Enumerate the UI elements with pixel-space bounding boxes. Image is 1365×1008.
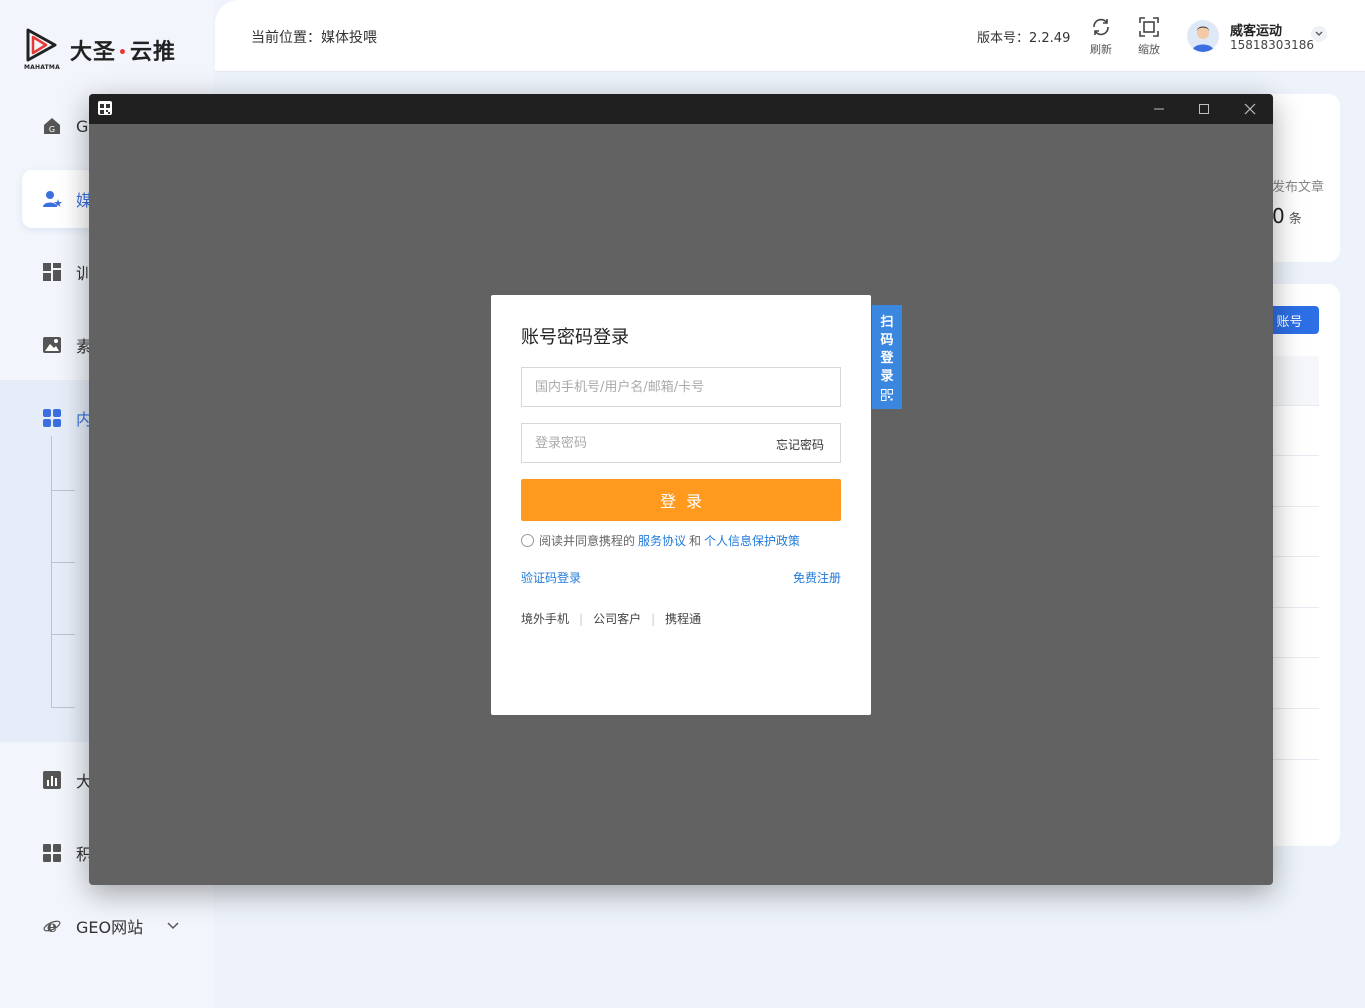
ie-icon: e [42, 916, 62, 936]
logo-brand: 大圣 [70, 40, 117, 65]
refresh-icon [1093, 18, 1109, 36]
sidebar-item-geo-site[interactable]: e GEO网站 [22, 897, 202, 955]
logo-subtitle: MAHATMA [24, 64, 60, 71]
account-input[interactable] [522, 368, 840, 406]
stat-unit: 条 [1288, 212, 1302, 227]
submenu-tree-branch [51, 490, 75, 491]
ctrip-tong-link[interactable]: 携程通 [665, 610, 701, 627]
app-window-icon [98, 101, 112, 115]
zoom-button[interactable]: 缩放 [1129, 16, 1169, 57]
chevron-down-icon [167, 919, 179, 933]
submenu-tree-branch [51, 634, 75, 635]
sidebar-item-label: G [76, 116, 89, 136]
svg-text:G: G [49, 125, 55, 134]
zoom-label: 缩放 [1138, 43, 1160, 56]
qr-login-tab[interactable]: 扫 码 登 录 [872, 305, 902, 409]
company-client-link[interactable]: 公司客户 [593, 610, 641, 627]
forgot-password-link[interactable]: 忘记密码 [776, 436, 824, 453]
maximize-icon [1199, 104, 1209, 114]
window-maximize-button[interactable] [1194, 99, 1214, 119]
table-row [1273, 455, 1319, 456]
user-star-icon [42, 189, 62, 209]
qr-code-icon [881, 389, 893, 401]
submenu-tree-branch [51, 707, 75, 708]
app-logo: MAHATMA 大圣 •云推 [24, 28, 176, 72]
alt-login-options: 境外手机 | 公司客户 | 携程通 [521, 610, 701, 627]
logo-dot: • [118, 45, 128, 61]
window-minimize-button[interactable] [1149, 99, 1169, 119]
image-icon [42, 335, 62, 355]
user-name: 威客运动 [1230, 24, 1283, 39]
qr-tab-char: 码 [880, 333, 894, 348]
refresh-label: 刷新 [1090, 43, 1112, 56]
window-close-button[interactable] [1240, 99, 1260, 119]
agreement-and: 和 [689, 534, 702, 548]
breadcrumb: 当前位置：媒体投喂 [251, 30, 377, 46]
agreement-text: 阅读并同意携程的 [539, 534, 636, 548]
qr-tab-char: 扫 [880, 315, 894, 330]
minimize-icon [1154, 108, 1164, 110]
fullscreen-icon [1139, 17, 1159, 37]
service-agreement-link[interactable]: 服务协议 [638, 532, 686, 549]
submenu-tree-line [51, 436, 52, 708]
table-row [1273, 607, 1319, 608]
refresh-button[interactable]: 刷新 [1081, 16, 1121, 57]
agreement-row: 阅读并同意携程的 服务协议 和 个人信息保护政策 [521, 532, 800, 549]
stat-number: 0 [1272, 204, 1285, 228]
user-phone: 15818303186 [1230, 38, 1314, 52]
table-row [1273, 556, 1319, 557]
user-menu-chevron-icon[interactable] [1311, 26, 1327, 42]
qr-tab-char: 登 [880, 351, 894, 366]
qr-tab-char: 录 [880, 369, 894, 384]
separator: | [651, 611, 656, 626]
version-label: 版本号：2.2.49 [977, 31, 1071, 46]
logo-product: 云推 [129, 40, 176, 65]
login-title: 账号密码登录 [521, 327, 629, 348]
grid-icon [42, 408, 62, 428]
sidebar-item-label: GEO网站 [76, 918, 144, 937]
register-link[interactable]: 免费注册 [793, 569, 841, 586]
password-field[interactable]: 忘记密码 [521, 423, 841, 463]
table-row [1273, 708, 1319, 709]
table-header [1273, 356, 1319, 406]
submenu-tree-branch [51, 562, 75, 563]
sms-login-link[interactable]: 验证码登录 [521, 569, 581, 586]
table-row [1273, 759, 1319, 760]
overseas-phone-link[interactable]: 境外手机 [521, 610, 569, 627]
login-dialog: 账号密码登录 忘记密码 登录 阅读并同意携程的 服务协议 和 个人信息保护政策 … [491, 295, 871, 715]
grid-icon [42, 843, 62, 863]
grid-icon [42, 262, 62, 282]
bar-chart-icon [42, 770, 62, 790]
table-row [1273, 657, 1319, 658]
home-icon: G [42, 116, 62, 136]
logo-mark-icon: MAHATMA [24, 28, 60, 72]
avatar[interactable] [1187, 20, 1219, 52]
login-popup-window: 账号密码登录 忘记密码 登录 阅读并同意携程的 服务协议 和 个人信息保护政策 … [89, 94, 1273, 885]
agreement-radio[interactable] [521, 534, 534, 547]
svg-text:e: e [47, 917, 57, 935]
account-field[interactable] [521, 367, 841, 407]
login-button[interactable]: 登录 [521, 479, 841, 521]
close-icon [1244, 103, 1256, 115]
separator: | [579, 611, 584, 626]
stat-label: 发布文章 [1272, 180, 1325, 195]
window-titlebar[interactable] [89, 94, 1273, 124]
header-bar: 当前位置：媒体投喂 版本号：2.2.49 刷新 缩放 威客运动 15818303… [215, 0, 1365, 72]
stat-value: 0条 [1272, 204, 1302, 228]
logo-text: 大圣 •云推 [70, 34, 176, 66]
table-row [1273, 506, 1319, 507]
privacy-policy-link[interactable]: 个人信息保护政策 [704, 532, 800, 549]
